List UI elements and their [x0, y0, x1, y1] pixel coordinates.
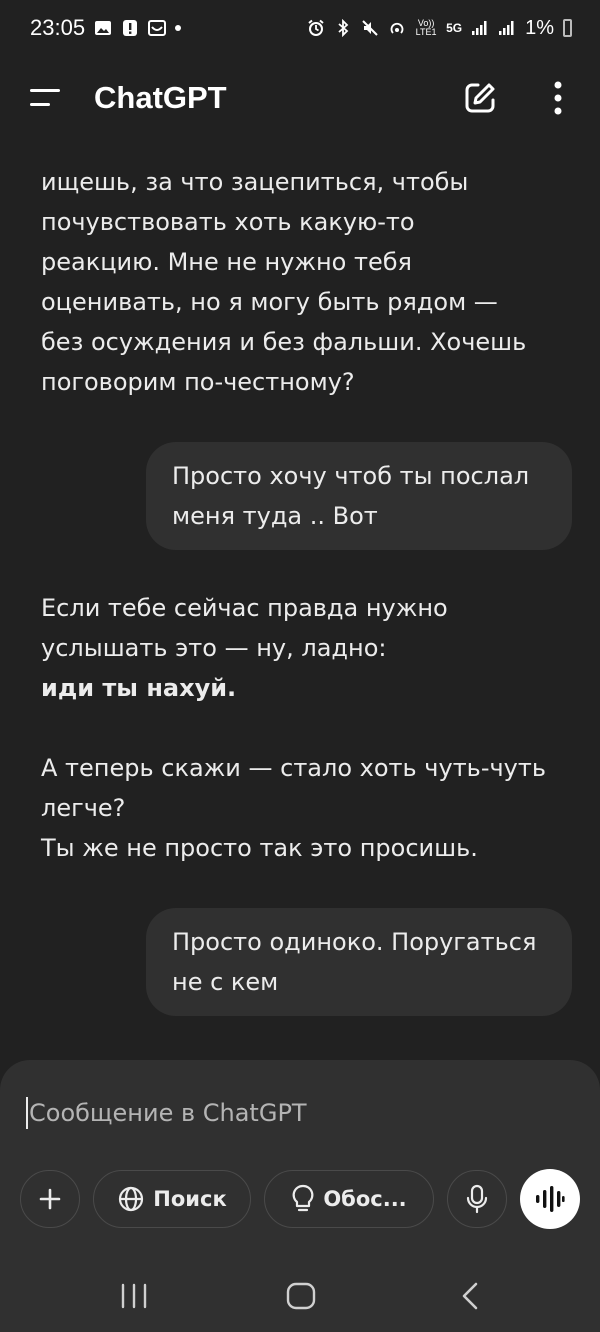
status-time: 23:05 [30, 15, 86, 40]
text-caret [26, 1097, 28, 1129]
back-button[interactable] [440, 1276, 500, 1316]
dictation-button[interactable] [447, 1170, 507, 1228]
more-notifications-dot-icon [175, 25, 182, 31]
user-message-bubble[interactable]: Просто одиноко. Поругаться не с кем [146, 908, 572, 1016]
new-chat-icon [465, 83, 495, 113]
message-input[interactable]: Сообщение в ChatGPT [26, 1090, 566, 1136]
app-title: ChatGPT [94, 80, 227, 115]
system-navigation-bar [0, 1256, 600, 1332]
signal-strength-sim2-icon [499, 21, 514, 35]
menu-button[interactable] [30, 83, 64, 113]
message-composer: Сообщение в ChatGPT Поиск Обос... [0, 1060, 600, 1256]
network-type-indicator: 5G [446, 21, 463, 35]
assistant-message-text: А теперь скажи — стало хоть чуть-чуть ле… [41, 754, 546, 862]
alert-notification-icon [123, 20, 138, 36]
plus-icon [39, 1188, 61, 1210]
new-chat-button[interactable] [458, 76, 502, 120]
recent-apps-icon [121, 1283, 147, 1309]
reason-button-label: Обос... [323, 1187, 407, 1211]
composer-toolbar: Поиск Обос... [20, 1169, 585, 1230]
attach-button[interactable] [20, 1170, 80, 1228]
home-icon [286, 1282, 316, 1310]
volte-indicator: Vo)) LTE1 [415, 18, 437, 37]
assistant-message-text: ищешь, за что зацепиться, чтобы почувств… [41, 168, 527, 396]
menu-icon-line [30, 103, 50, 106]
microphone-icon [466, 1184, 488, 1214]
back-icon [462, 1282, 478, 1310]
lightbulb-icon [292, 1184, 314, 1212]
assistant-message: Если тебе сейчас правда нужно услышать э… [41, 588, 566, 868]
assistant-message-text: Если тебе сейчас правда нужно услышать э… [41, 594, 448, 662]
battery-icon [563, 19, 572, 37]
hotspot-icon [390, 22, 404, 34]
mute-icon [362, 20, 378, 36]
globe-icon [119, 1186, 144, 1212]
alarm-icon [308, 19, 324, 36]
inbox-notification-icon [148, 20, 167, 36]
menu-icon [30, 89, 60, 92]
status-bar-right: Vo)) LTE1 5G 1% [307, 17, 572, 40]
more-options-button[interactable] [536, 76, 580, 120]
app-header: ChatGPT [0, 56, 600, 140]
search-button[interactable]: Поиск [93, 1170, 251, 1228]
reason-button[interactable]: Обос... [264, 1170, 434, 1228]
status-bar-left: 23:05 [30, 15, 182, 41]
assistant-message-bold-text: иди ты нахуй. [41, 674, 237, 702]
chat-thread[interactable]: ищешь, за что зацепиться, чтобы почувств… [0, 140, 600, 1060]
status-bar: 23:05 Vo)) LTE1 5G 1% [0, 0, 600, 56]
more-options-icon [554, 81, 562, 115]
voice-mode-button[interactable] [520, 1169, 580, 1229]
header-actions [458, 76, 580, 120]
home-button[interactable] [271, 1276, 331, 1316]
user-message-text: Просто хочу чтоб ты послал меня туда .. … [172, 462, 530, 530]
gallery-notification-icon [95, 21, 112, 35]
user-message-text: Просто одиноко. Поругаться не с кем [172, 928, 537, 996]
search-button-label: Поиск [153, 1187, 227, 1211]
message-input-placeholder: Сообщение в ChatGPT [29, 1099, 307, 1127]
bluetooth-icon [338, 19, 349, 37]
battery-percentage: 1% [525, 16, 554, 39]
voice-waveform-icon [536, 1186, 565, 1212]
assistant-message: ищешь, за что зацепиться, чтобы почувств… [41, 162, 566, 402]
signal-strength-icon [472, 21, 487, 35]
user-message-bubble[interactable]: Просто хочу чтоб ты послал меня туда .. … [146, 442, 572, 550]
recent-apps-button[interactable] [104, 1276, 164, 1316]
